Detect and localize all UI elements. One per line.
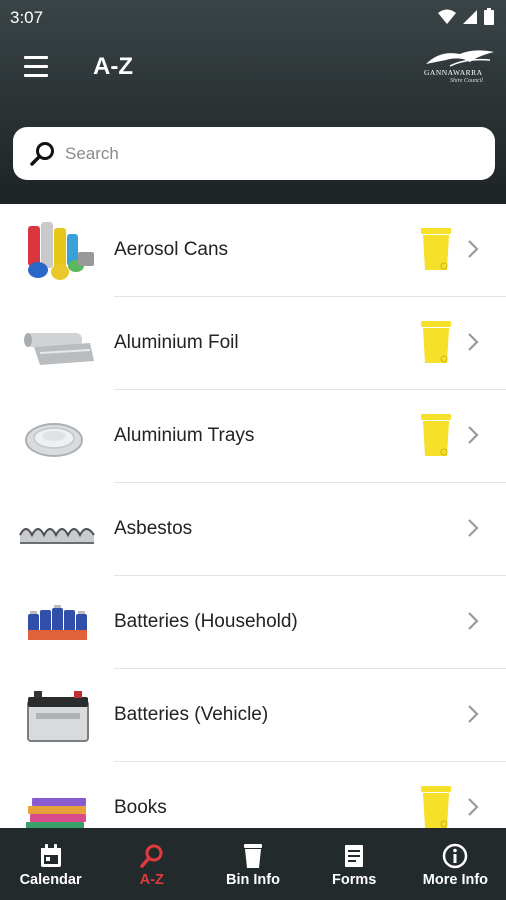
wifi-icon [438,9,456,24]
nav-calendar[interactable]: Calendar [0,828,101,900]
info-icon [443,843,468,869]
signal-icon [463,9,477,24]
yellow-bin-icon [421,228,451,270]
nav-label: A-Z [139,872,164,888]
household-batteries-image [28,605,87,640]
chevron-right-icon [468,705,479,723]
bottom-navigation: Calendar A-Z Bin Info Forms More Info [0,828,506,900]
nav-label: More Info [422,872,489,888]
item-label: Batteries (Household) [114,611,298,632]
list-item[interactable]: Batteries (Vehicle) [0,669,506,762]
council-logo: GANNAWARRA Shire Council [420,46,498,90]
yellow-bin-icon [421,786,451,828]
list-item[interactable]: Batteries (Household) [0,576,506,669]
chevron-right-icon [468,612,479,630]
car-battery-image [27,691,89,742]
swan-logo-icon [426,50,494,67]
list-item[interactable]: Aluminium Foil [0,297,506,390]
item-label: Aerosol Cans [114,239,229,260]
item-label: Batteries (Vehicle) [114,704,269,725]
nav-a-z[interactable]: A-Z [101,828,202,900]
item-label: Asbestos [114,518,193,539]
list-item[interactable]: Asbestos [0,483,506,576]
nav-forms[interactable]: Forms [304,828,405,900]
logo-subtext: Shire Council [450,78,483,84]
calendar-icon [40,844,61,867]
yellow-bin-icon [421,414,451,456]
aluminium-foil-image [24,333,94,365]
app-header: 3:07 A-Z GANNAWARRA Shire Council [0,0,506,204]
chevron-right-icon [468,519,479,537]
search-bar[interactable] [13,127,495,180]
chevron-right-icon [468,333,479,351]
chevron-right-icon [468,240,479,258]
nav-label: Forms [332,872,377,888]
a-z-list[interactable]: Aerosol Cans Aluminium Foil Aluminium Tr… [0,204,506,828]
nav-label: Bin Info [226,872,280,888]
search-icon [140,844,163,868]
item-label: Books [114,797,167,818]
asbestos-image [19,528,95,544]
forms-icon [345,845,364,867]
books-image [26,798,86,828]
battery-icon [484,8,494,25]
list-item[interactable]: Aluminium Trays [0,390,506,483]
status-icons [438,8,494,25]
status-time: 3:07 [10,8,44,27]
list-item[interactable]: Aerosol Cans [0,204,506,297]
item-label: Aluminium Trays [114,425,255,446]
list-item[interactable]: Books [0,762,506,828]
hamburger-menu-button[interactable] [24,56,50,78]
status-bar: 3:07 [0,0,506,34]
chevron-right-icon [468,798,479,816]
aerosol-cans-image [28,222,94,280]
logo-text: GANNAWARRA [424,68,483,77]
item-label: Aluminium Foil [114,332,239,353]
nav-label: Calendar [19,872,82,888]
search-icon [30,142,54,166]
chevron-right-icon [468,426,479,444]
aluminium-trays-image [25,423,83,457]
page-title: A-Z [93,53,133,80]
search-input[interactable] [65,127,485,180]
nav-more-info[interactable]: More Info [405,828,506,900]
yellow-bin-icon [421,321,451,363]
bin-icon [244,844,262,868]
nav-bin-info[interactable]: Bin Info [202,828,303,900]
